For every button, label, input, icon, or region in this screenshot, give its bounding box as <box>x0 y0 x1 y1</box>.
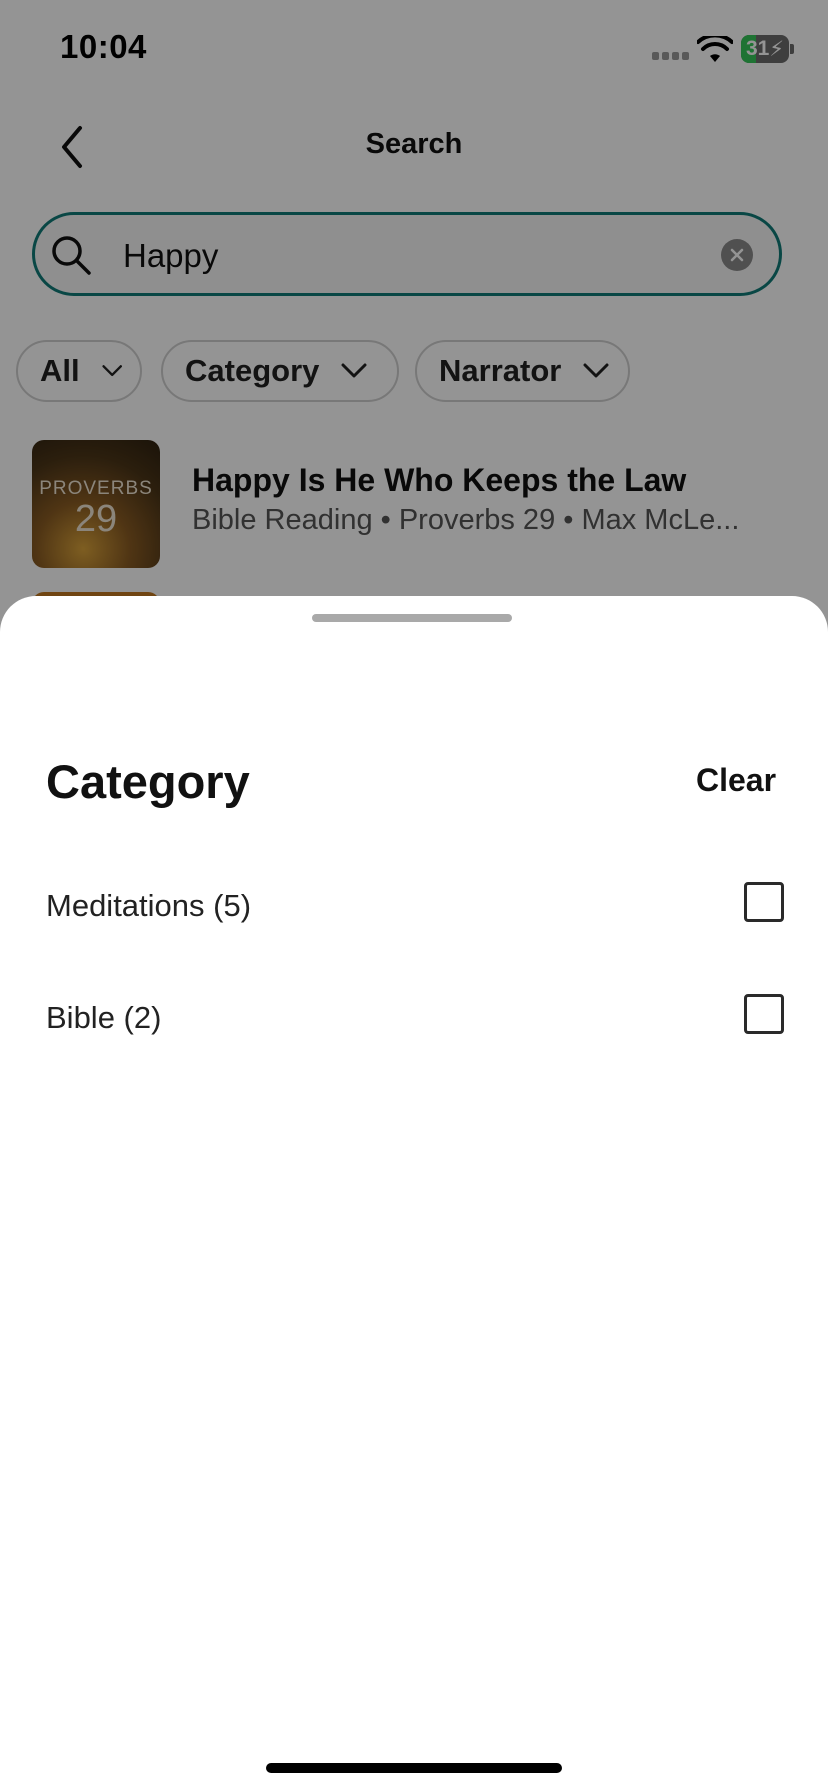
sheet-title: Category <box>46 755 250 808</box>
checkbox[interactable] <box>744 882 784 922</box>
checkbox[interactable] <box>744 994 784 1034</box>
option-label: Meditations (5) <box>46 888 252 923</box>
home-indicator <box>266 1763 562 1773</box>
category-option-bible[interactable]: Bible (2) <box>0 980 828 1060</box>
clear-button[interactable]: Clear <box>696 762 776 799</box>
search-screen: 10:04 31 ⚡ Search Happy All Category Nar… <box>0 0 828 1792</box>
category-option-meditations[interactable]: Meditations (5) <box>0 868 828 948</box>
option-label: Bible (2) <box>46 1000 162 1035</box>
sheet-grabber[interactable] <box>312 614 512 622</box>
category-filter-sheet: Category Clear Meditations (5) Bible (2) <box>0 596 828 1792</box>
